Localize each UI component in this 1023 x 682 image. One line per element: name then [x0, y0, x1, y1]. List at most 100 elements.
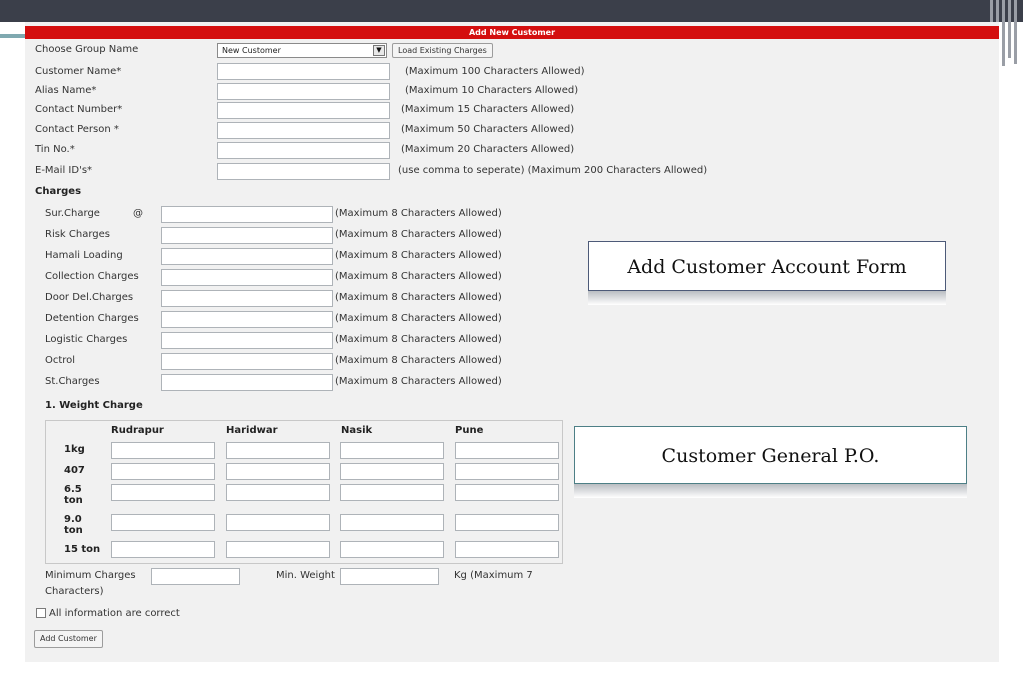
- weight-cell[interactable]: [111, 484, 215, 501]
- group-select[interactable]: New Customer ▼: [217, 43, 387, 58]
- column-header: Nasik: [341, 425, 373, 436]
- weight-cell[interactable]: [340, 463, 444, 480]
- weight-cell[interactable]: [455, 514, 559, 531]
- detention-charges-field[interactable]: [161, 311, 333, 328]
- weight-cell[interactable]: [226, 442, 330, 459]
- risk-charges-hint: (Maximum 8 Characters Allowed): [335, 229, 502, 240]
- general-po-callout: Customer General P.O.: [574, 426, 967, 484]
- collection-charges-field[interactable]: [161, 269, 333, 286]
- group-label: Choose Group Name: [35, 44, 139, 55]
- weight-charge-table: Rudrapur Haridwar Nasik Pune 1kg 407 6.5…: [45, 420, 563, 564]
- weight-cell[interactable]: [226, 541, 330, 558]
- st-charges-label: St.Charges: [45, 376, 100, 387]
- customer-name-label: Customer Name*: [35, 66, 122, 77]
- door-del-charges-field[interactable]: [161, 290, 333, 307]
- contact-number-field[interactable]: [217, 102, 390, 119]
- weight-cell[interactable]: [455, 484, 559, 501]
- weight-cell[interactable]: [111, 442, 215, 459]
- sur-charge-at: @: [133, 208, 143, 219]
- risk-charges-label: Risk Charges: [45, 229, 110, 240]
- group-select-value: New Customer: [222, 46, 281, 55]
- contact-person-label: Contact Person *: [35, 124, 119, 135]
- contact-person-field[interactable]: [217, 122, 390, 139]
- weight-cell[interactable]: [455, 463, 559, 480]
- weight-cell[interactable]: [340, 484, 444, 501]
- column-header: Pune: [455, 425, 484, 436]
- alias-name-hint: (Maximum 10 Characters Allowed): [405, 85, 579, 96]
- customer-name-hint: (Maximum 100 Characters Allowed): [405, 66, 585, 77]
- sur-charge-label: Sur.Charge: [45, 208, 100, 219]
- st-charges-hint: (Maximum 8 Characters Allowed): [335, 376, 502, 387]
- hamali-loading-hint: (Maximum 8 Characters Allowed): [335, 250, 502, 261]
- callout-shadow: [574, 484, 967, 498]
- collection-charges-hint: (Maximum 8 Characters Allowed): [335, 271, 502, 282]
- column-header: Haridwar: [226, 425, 278, 436]
- min-weight-field[interactable]: [340, 568, 439, 585]
- logistic-charges-label: Logistic Charges: [45, 334, 128, 345]
- slide-accent: [0, 34, 26, 38]
- st-charges-field[interactable]: [161, 374, 333, 391]
- row-label: 407: [64, 465, 85, 476]
- add-customer-button[interactable]: Add Customer: [34, 630, 103, 648]
- sur-charge-field[interactable]: [161, 206, 333, 223]
- logistic-charges-field[interactable]: [161, 332, 333, 349]
- weight-cell[interactable]: [226, 514, 330, 531]
- weight-cell[interactable]: [340, 442, 444, 459]
- door-del-charges-label: Door Del.Charges: [45, 292, 134, 303]
- row-label: 1kg: [64, 444, 85, 455]
- weight-cell[interactable]: [340, 514, 444, 531]
- min-weight-label: Min. Weight: [276, 570, 335, 581]
- sur-charge-hint: (Maximum 8 Characters Allowed): [335, 208, 502, 219]
- row-label: 6.5 ton: [64, 484, 83, 506]
- weight-cell[interactable]: [455, 541, 559, 558]
- tin-no-label: Tin No.*: [35, 144, 75, 155]
- row-label: 9.0 ton: [64, 514, 83, 536]
- alias-name-field[interactable]: [217, 83, 390, 100]
- load-existing-charges-button[interactable]: Load Existing Charges: [392, 43, 493, 58]
- form-title: Add New Customer: [25, 26, 999, 39]
- charges-heading: Charges: [35, 186, 82, 197]
- customer-name-field[interactable]: [217, 63, 390, 80]
- octrol-label: Octrol: [45, 355, 76, 366]
- weight-cell[interactable]: [340, 541, 444, 558]
- tin-no-hint: (Maximum 20 Characters Allowed): [401, 144, 575, 155]
- logistic-charges-hint: (Maximum 8 Characters Allowed): [335, 334, 502, 345]
- weight-cell[interactable]: [111, 514, 215, 531]
- account-form-callout: Add Customer Account Form: [588, 241, 946, 291]
- row-label: 15 ton: [64, 544, 101, 555]
- weight-cell[interactable]: [455, 442, 559, 459]
- slide-top-bar: [0, 0, 1023, 22]
- contact-person-hint: (Maximum 50 Characters Allowed): [401, 124, 575, 135]
- octrol-field[interactable]: [161, 353, 333, 370]
- minimum-charges-label: Minimum Charges: [45, 570, 136, 581]
- chevron-down-icon[interactable]: ▼: [373, 45, 385, 56]
- minimum-charges-field[interactable]: [151, 568, 240, 585]
- email-hint: (use comma to seperate) (Maximum 200 Cha…: [398, 165, 708, 176]
- contact-number-label: Contact Number*: [35, 104, 123, 115]
- add-customer-form: Add New Customer Choose Group Name New C…: [25, 22, 999, 662]
- email-field[interactable]: [217, 163, 390, 180]
- column-header: Rudrapur: [111, 425, 164, 436]
- min-weight-hint: Kg (Maximum 7: [454, 570, 533, 581]
- minimum-charges-label-cont: Characters): [45, 586, 104, 597]
- weight-cell[interactable]: [111, 463, 215, 480]
- confirm-checkbox[interactable]: [36, 608, 46, 618]
- detention-charges-hint: (Maximum 8 Characters Allowed): [335, 313, 502, 324]
- weight-charge-heading: 1. Weight Charge: [45, 400, 143, 411]
- tin-no-field[interactable]: [217, 142, 390, 159]
- hamali-loading-label: Hamali Loading: [45, 250, 123, 261]
- octrol-hint: (Maximum 8 Characters Allowed): [335, 355, 502, 366]
- callout-shadow: [588, 291, 946, 305]
- weight-cell[interactable]: [111, 541, 215, 558]
- alias-name-label: Alias Name*: [35, 85, 97, 96]
- door-del-charges-hint: (Maximum 8 Characters Allowed): [335, 292, 502, 303]
- weight-cell[interactable]: [226, 463, 330, 480]
- confirm-label: All information are correct: [49, 608, 180, 619]
- email-label: E-Mail ID's*: [35, 165, 93, 176]
- weight-cell[interactable]: [226, 484, 330, 501]
- collection-charges-label: Collection Charges: [45, 271, 139, 282]
- risk-charges-field[interactable]: [161, 227, 333, 244]
- detention-charges-label: Detention Charges: [45, 313, 139, 324]
- hamali-loading-field[interactable]: [161, 248, 333, 265]
- contact-number-hint: (Maximum 15 Characters Allowed): [401, 104, 575, 115]
